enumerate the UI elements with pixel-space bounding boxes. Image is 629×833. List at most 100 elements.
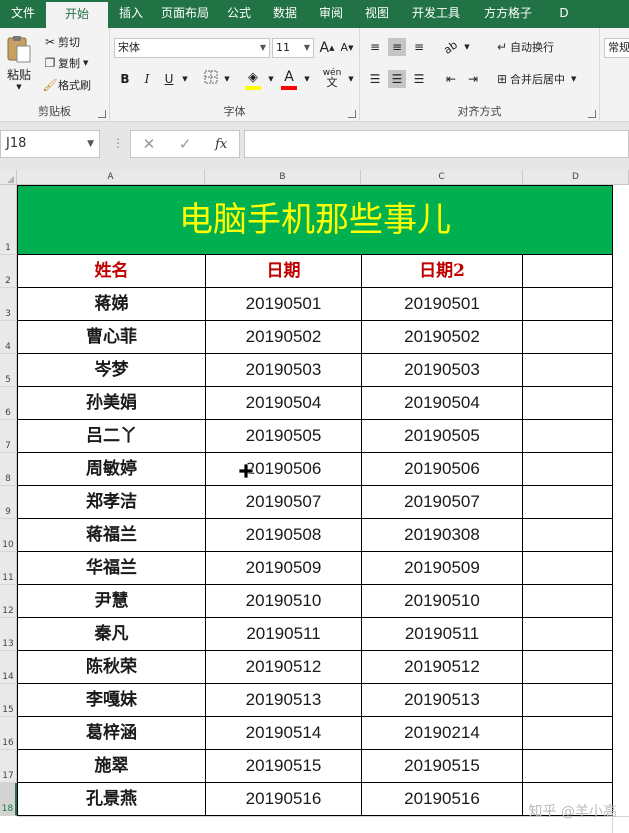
date-cell[interactable]: 20190507 — [206, 486, 362, 519]
date-cell[interactable]: 20190505 — [206, 420, 362, 453]
date2-cell[interactable]: 20190504 — [362, 387, 523, 420]
align-right-button[interactable]: ☰ — [410, 70, 428, 88]
clipboard-launcher[interactable] — [98, 110, 106, 118]
date-cell[interactable]: 20190513 — [206, 684, 362, 717]
enter-icon[interactable]: ✓ — [179, 135, 192, 153]
alignment-launcher[interactable] — [588, 110, 596, 118]
tab-4[interactable]: 公式 — [216, 0, 262, 28]
name-cell[interactable]: 孙美娟 — [17, 387, 206, 420]
format-painter-button[interactable]: 🖌 格式刷 — [42, 77, 91, 93]
date-cell[interactable]: 20190501 — [206, 288, 362, 321]
font-name-select[interactable]: 宋体 ▼ — [114, 38, 270, 58]
name-cell[interactable]: 周敏婷 — [17, 453, 206, 486]
shrink-font-button[interactable]: A▼ — [338, 39, 356, 57]
bold-button[interactable]: B — [116, 70, 134, 88]
tab-6[interactable]: 审阅 — [308, 0, 354, 28]
paste-button[interactable]: 粘贴 ▼ — [5, 34, 33, 91]
tab-2[interactable]: 插入 — [108, 0, 154, 28]
empty-cell[interactable] — [523, 684, 613, 717]
name-cell[interactable]: 蒋福兰 — [17, 519, 206, 552]
font-launcher[interactable] — [348, 110, 356, 118]
date2-cell[interactable]: 20190214 — [362, 717, 523, 750]
header-name-cell[interactable]: 姓名 — [17, 255, 206, 288]
date2-cell[interactable]: 20190511 — [362, 618, 523, 651]
row-header-4[interactable]: 4 — [0, 321, 17, 354]
phonetic-dropdown[interactable]: ▼ — [342, 70, 360, 88]
date-cell[interactable]: 20190512 — [206, 651, 362, 684]
tab-3[interactable]: 页面布局 — [154, 0, 216, 28]
name-cell[interactable]: 吕二丫 — [17, 420, 206, 453]
copy-button[interactable]: ❐ 复制 ▼ — [42, 55, 89, 71]
empty-cell[interactable] — [523, 420, 613, 453]
column-header-A[interactable]: A — [17, 170, 205, 185]
row-header-11[interactable]: 11 — [0, 552, 17, 585]
merge-center-button[interactable]: ⊞ 合并后居中 ▼ — [494, 71, 576, 87]
formula-input[interactable] — [244, 130, 629, 158]
row-header-5[interactable]: 5 — [0, 354, 17, 387]
date2-cell[interactable]: 20190512 — [362, 651, 523, 684]
phonetic-button[interactable]: wén 文 — [320, 68, 344, 88]
date-cell[interactable]: 20190516 — [206, 783, 362, 816]
date-cell[interactable]: 20190509 — [206, 552, 362, 585]
select-all-corner[interactable] — [0, 170, 17, 185]
grow-font-button[interactable]: A▲ — [318, 39, 336, 57]
date-cell[interactable]: 20190511 — [206, 618, 362, 651]
tab-8[interactable]: 开发工具 — [400, 0, 472, 28]
date-cell[interactable]: 20190510 — [206, 585, 362, 618]
wrap-text-button[interactable]: ↵ 自动换行 — [494, 39, 554, 55]
date-cell[interactable]: 20190506 — [206, 453, 362, 486]
column-header-D[interactable]: D — [523, 170, 629, 185]
increase-indent-button[interactable]: ⇥ — [464, 70, 482, 88]
empty-cell[interactable] — [523, 255, 613, 288]
row-header-15[interactable]: 15 — [0, 684, 17, 717]
align-bottom-button[interactable]: ≡ — [410, 38, 428, 56]
align-left-button[interactable]: ☰ — [366, 70, 384, 88]
empty-cell[interactable] — [523, 618, 613, 651]
row-header-18[interactable]: 18 — [0, 783, 17, 816]
fill-color-dropdown[interactable]: ▼ — [262, 70, 280, 88]
title-cell[interactable]: 电脑手机那些事儿 — [17, 185, 613, 255]
align-middle-button[interactable]: ≡ — [388, 38, 406, 56]
border-dropdown[interactable]: ▼ — [218, 70, 236, 88]
name-cell[interactable]: 孔景燕 — [17, 783, 206, 816]
date2-cell[interactable]: 20190308 — [362, 519, 523, 552]
decrease-indent-button[interactable]: ⇤ — [442, 70, 460, 88]
underline-dropdown[interactable]: ▼ — [176, 70, 194, 88]
date-cell[interactable]: 20190502 — [206, 321, 362, 354]
tab-10[interactable]: D — [544, 0, 584, 28]
empty-cell[interactable] — [523, 453, 613, 486]
tab-7[interactable]: 视图 — [354, 0, 400, 28]
row-header-8[interactable]: 8 — [0, 453, 17, 486]
tab-9[interactable]: 方方格子 — [472, 0, 544, 28]
row-header-16[interactable]: 16 — [0, 717, 17, 750]
column-header-C[interactable]: C — [361, 170, 523, 185]
date2-cell[interactable]: 20190503 — [362, 354, 523, 387]
empty-cell[interactable] — [523, 519, 613, 552]
tab-1[interactable]: 开始 — [46, 0, 108, 28]
tab-0[interactable]: 文件 — [0, 0, 46, 28]
header-date-cell[interactable]: 日期 — [206, 255, 362, 288]
empty-cell[interactable] — [523, 321, 613, 354]
date-cell[interactable]: 20190508 — [206, 519, 362, 552]
date2-cell[interactable]: 20190513 — [362, 684, 523, 717]
row-header-2[interactable]: 2 — [0, 255, 17, 288]
font-size-select[interactable]: 11 ▼ — [272, 38, 314, 58]
row-header-10[interactable]: 10 — [0, 519, 17, 552]
font-color-button[interactable]: A — [280, 68, 298, 90]
date2-cell[interactable]: 20190506 — [362, 453, 523, 486]
date-cell[interactable]: 20190503 — [206, 354, 362, 387]
empty-cell[interactable] — [523, 651, 613, 684]
header-date2-cell[interactable]: 日期2 — [362, 255, 523, 288]
date-cell[interactable]: 20190515 — [206, 750, 362, 783]
tab-5[interactable]: 数据 — [262, 0, 308, 28]
empty-cell[interactable] — [523, 288, 613, 321]
name-cell[interactable]: 李嘎妹 — [17, 684, 206, 717]
row-header-6[interactable]: 6 — [0, 387, 17, 420]
fill-color-button[interactable]: ◈ — [244, 68, 262, 90]
formula-bar-grip[interactable]: ⋮ — [112, 136, 124, 150]
name-cell[interactable]: 郑孝洁 — [17, 486, 206, 519]
date2-cell[interactable]: 20190516 — [362, 783, 523, 816]
name-cell[interactable]: 曹心菲 — [17, 321, 206, 354]
empty-cell[interactable] — [523, 354, 613, 387]
align-top-button[interactable]: ≡ — [366, 38, 384, 56]
